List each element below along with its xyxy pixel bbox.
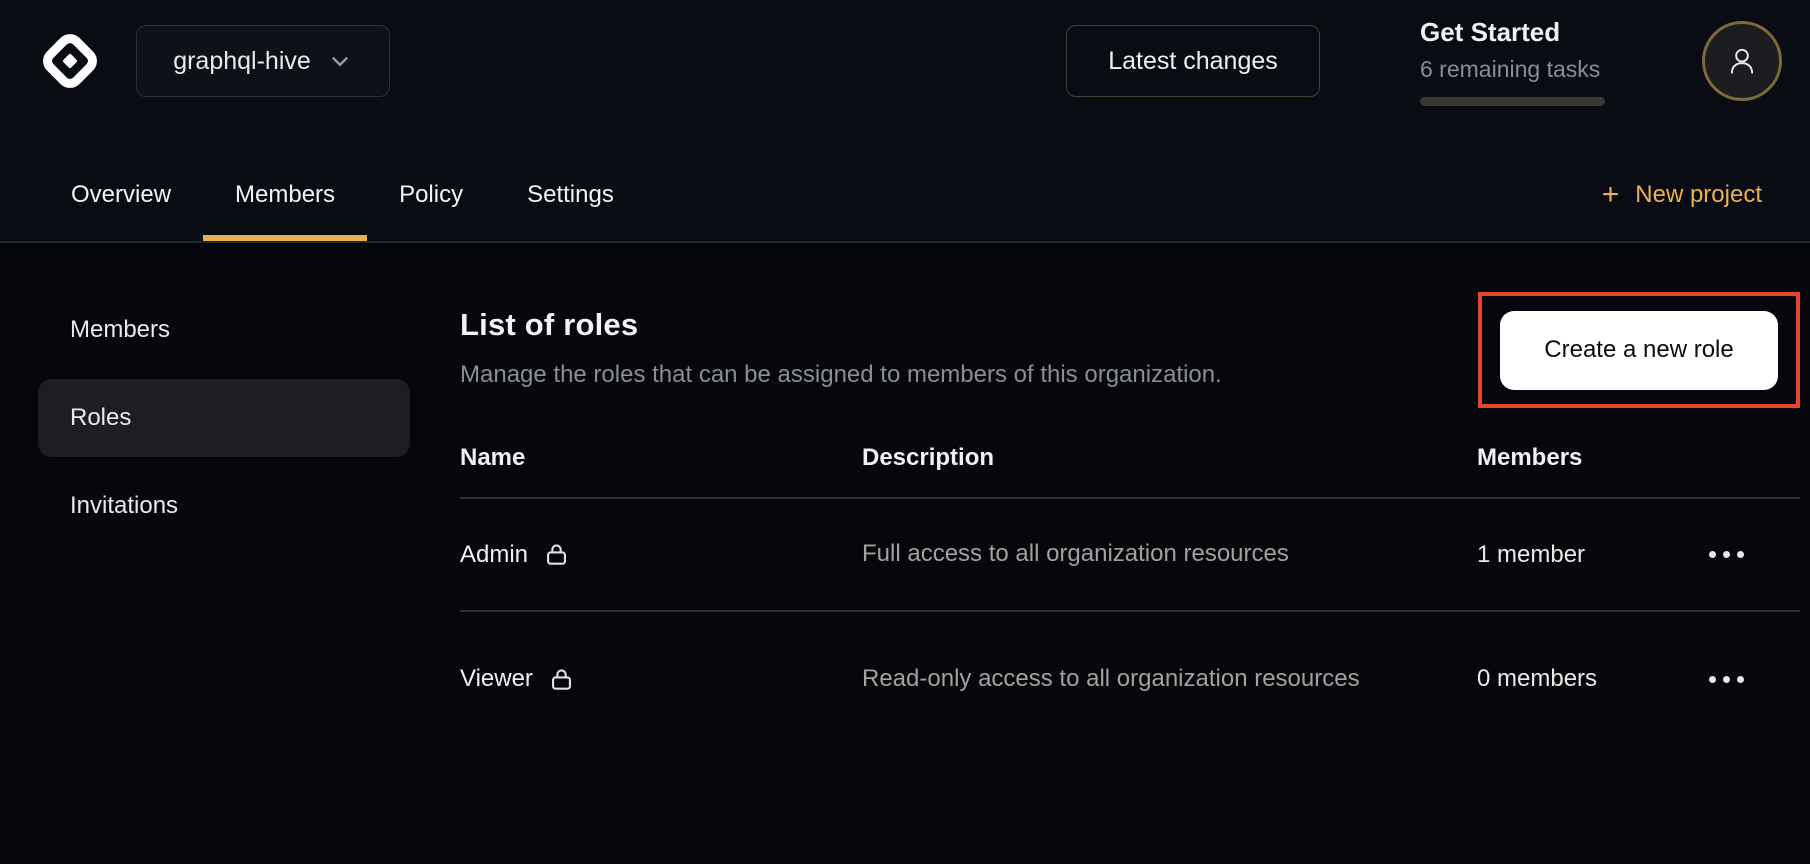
table-row-viewer: Viewer Read-only access to all organizat… [460,612,1800,746]
new-project-button[interactable]: + New project [1602,149,1762,241]
user-icon [1725,44,1759,78]
org-tab-bar: Overview Members Policy Settings + New p… [0,122,1810,241]
user-avatar-button[interactable] [1702,21,1782,101]
roles-panel: List of roles Manage the roles that can … [410,243,1810,746]
sidebar-item-invitations[interactable]: Invitations [38,467,410,545]
column-header-members: Members [1477,444,1707,472]
top-section: graphql-hive Latest changes Get Started … [0,0,1810,243]
role-description: Full access to all organization resource… [862,535,1387,573]
tab-members-label: Members [235,181,335,209]
tab-policy[interactable]: Policy [367,149,495,241]
latest-changes-label: Latest changes [1108,47,1278,76]
members-sidebar: Members Roles Invitations [0,243,410,545]
tab-settings-label: Settings [527,181,614,209]
sidebar-item-roles[interactable]: Roles [38,379,410,457]
sidebar-item-roles-label: Roles [70,404,131,432]
role-members-count: 1 member [1477,541,1707,569]
header: graphql-hive Latest changes Get Started … [0,0,1810,122]
column-header-description: Description [862,444,1477,472]
roles-table: Name Description Members Admin Full acce… [460,419,1800,746]
hive-logo-icon[interactable] [38,29,102,93]
create-new-role-button[interactable]: Create a new role [1500,311,1778,390]
lock-icon [548,666,575,693]
tabs: Overview Members Policy Settings [39,149,646,241]
new-project-label: New project [1635,181,1762,209]
tab-overview[interactable]: Overview [39,149,203,241]
sidebar-item-members-label: Members [70,316,170,344]
table-row-admin: Admin Full access to all organization re… [460,499,1800,612]
plus-icon: + [1602,180,1620,210]
tab-overview-label: Overview [71,181,171,209]
chevron-down-icon [327,48,353,74]
lock-icon [543,541,570,568]
role-description: Read-only access to all organization res… [862,660,1387,698]
table-header-row: Name Description Members [460,419,1800,499]
hive-logo-icon [38,29,102,93]
tab-members[interactable]: Members [203,149,367,241]
tab-settings[interactable]: Settings [495,149,646,241]
content: Members Roles Invitations List of roles … [0,243,1810,746]
org-selector-dropdown[interactable]: graphql-hive [136,25,390,97]
get-started-title: Get Started [1420,17,1606,48]
create-new-role-label: Create a new role [1544,336,1733,364]
sidebar-item-members[interactable]: Members [38,291,410,369]
role-members-count: 0 members [1477,665,1707,693]
sidebar-item-invitations-label: Invitations [70,492,178,520]
get-started-remaining-tasks: 6 remaining tasks [1420,56,1606,83]
org-selector-label: graphql-hive [173,47,311,76]
role-name: Admin [460,541,528,569]
ellipsis-menu-icon[interactable] [1707,541,1746,568]
annotation-highlight-box: Create a new role [1478,292,1800,408]
get-started-progress-bar [1420,97,1605,106]
latest-changes-button[interactable]: Latest changes [1066,25,1320,97]
tab-policy-label: Policy [399,181,463,209]
ellipsis-menu-icon[interactable] [1707,666,1746,693]
role-name: Viewer [460,665,533,693]
column-header-name: Name [460,444,862,472]
get-started-widget[interactable]: Get Started 6 remaining tasks [1420,17,1606,106]
